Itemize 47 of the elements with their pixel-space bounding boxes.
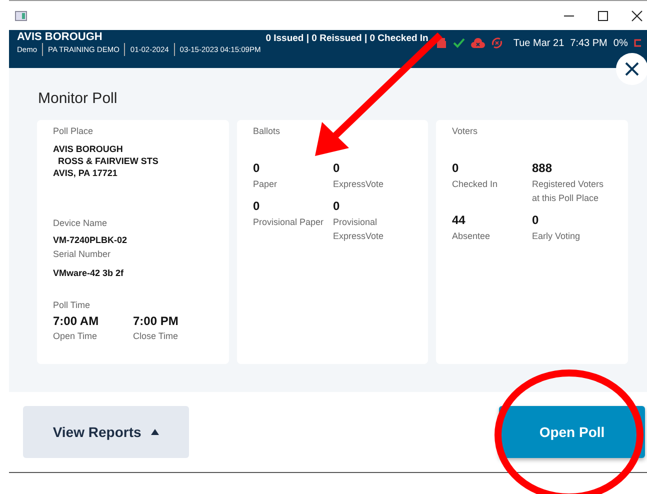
- stat-label: Early Voting: [532, 230, 582, 242]
- cloud-error-icon: [471, 38, 486, 48]
- date-text: Tue Mar 21: [513, 36, 564, 50]
- stat-value: 0: [333, 160, 341, 176]
- stat-value: 0: [532, 212, 540, 228]
- printer-icon: [436, 38, 448, 48]
- section-label: Voters: [452, 125, 479, 138]
- stat-value: 0: [333, 198, 341, 214]
- section-label: Ballots: [253, 125, 282, 138]
- time-label: Close Time: [133, 330, 180, 343]
- address-text: AVIS BOROUGH ROSS & FAIRVIEW STS AVIS, PA 17721: [53, 142, 160, 178]
- time-value: 7:00 AM: [53, 313, 100, 330]
- close-icon[interactable]: [631, 10, 643, 22]
- close-icon: [625, 62, 639, 76]
- field-label: Serial Number: [53, 248, 112, 260]
- stat-label: Checked In: [452, 178, 499, 190]
- field-label: Device Name: [53, 216, 108, 230]
- time-text: 7:43 PM: [570, 36, 608, 50]
- maximize-icon[interactable]: [597, 10, 609, 22]
- view-reports-button[interactable]: View Reports: [23, 406, 189, 458]
- stat-value: 0: [253, 198, 261, 214]
- section-label: Poll Place: [53, 125, 94, 138]
- caret-up-icon: [151, 428, 160, 434]
- battery-icon: [634, 38, 641, 48]
- field-value: VMware-42 3b 2f: [53, 267, 125, 280]
- page-title: Monitor Poll: [38, 90, 118, 108]
- open-poll-button[interactable]: Open Poll: [499, 406, 645, 458]
- sync-error-icon: [491, 37, 504, 49]
- stat-label: Provisional Paper: [253, 216, 325, 228]
- stat-value: 0: [253, 160, 261, 176]
- app-icon: [15, 10, 27, 20]
- field-value: VM-7240PLBK-02: [53, 234, 128, 247]
- ballot-counts: 0 Issued | 0 Reissued | 0 Checked In: [266, 32, 428, 46]
- stat-label: ExpressVote: [333, 178, 385, 190]
- site-name: AVIS BOROUGH: [17, 31, 104, 43]
- check-icon: [453, 38, 466, 48]
- stat-label: Paper: [253, 178, 278, 190]
- stat-value: 0: [452, 160, 460, 176]
- stat-label: Provisional ExpressVote: [333, 216, 385, 242]
- stat-value: 888: [532, 160, 554, 176]
- field-label: Poll Time: [53, 298, 92, 312]
- battery-text: 0%: [613, 36, 628, 50]
- time-value: 7:00 PM: [133, 313, 180, 330]
- stat-label: Absentee: [452, 230, 492, 242]
- time-label: Open Time: [53, 330, 98, 343]
- stat-value: 44: [452, 212, 466, 228]
- stat-label: Registered Voters at this Poll Place: [532, 178, 605, 204]
